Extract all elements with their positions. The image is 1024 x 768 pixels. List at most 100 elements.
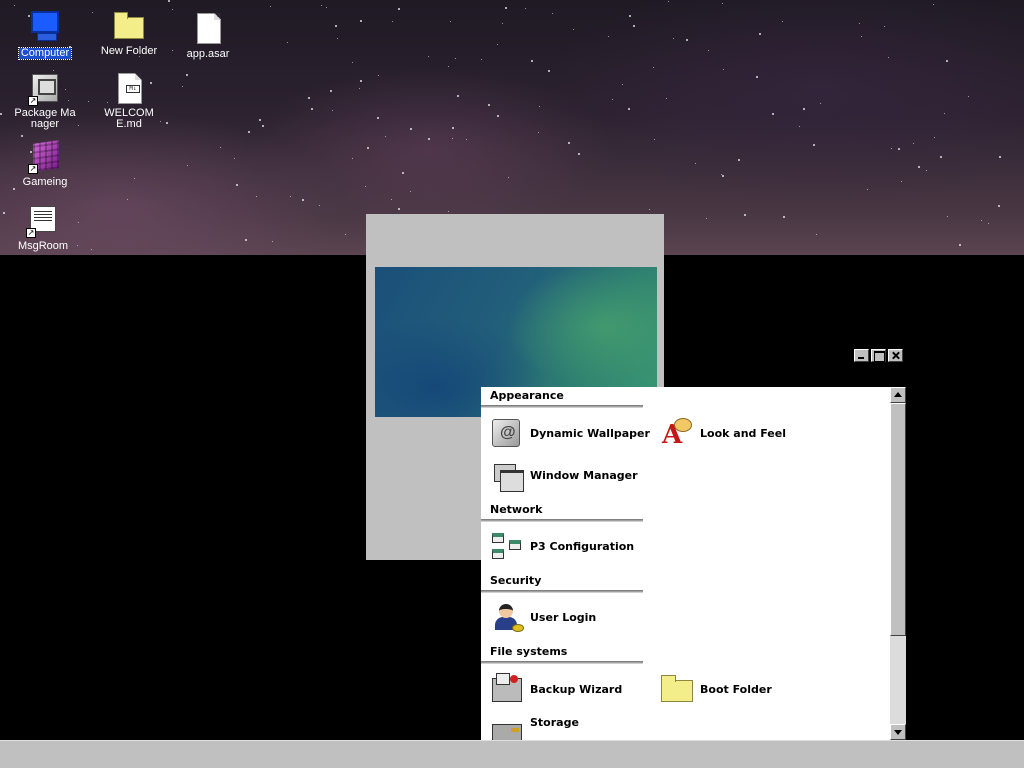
desktop-icon-label: Package Manager — [14, 107, 76, 130]
desktop-icon-app-asar[interactable]: app.asar — [173, 12, 243, 60]
star — [452, 127, 454, 129]
star — [968, 96, 969, 97]
star — [367, 147, 369, 149]
star — [360, 20, 362, 22]
star — [21, 135, 23, 137]
star — [649, 209, 650, 210]
network-config-icon — [490, 529, 524, 563]
star — [392, 21, 393, 22]
desktop-icon-msgroom[interactable]: ↗ MsgRoom — [8, 204, 78, 252]
section-divider — [481, 590, 643, 593]
scroll-up-button[interactable] — [890, 387, 906, 403]
star — [888, 57, 889, 58]
star — [759, 33, 761, 35]
star — [744, 214, 746, 216]
item-storage[interactable]: Storage — [490, 714, 579, 740]
star — [867, 189, 868, 190]
control-panel-content: Appearance Dynamic Wallpaper A Look and … — [481, 387, 890, 740]
star — [612, 99, 613, 100]
star — [782, 21, 783, 22]
star — [385, 136, 386, 137]
desktop-icon-computer[interactable]: Computer — [10, 9, 80, 60]
desktop-icon-label: app.asar — [186, 48, 230, 60]
star — [92, 12, 93, 13]
star — [820, 103, 821, 104]
scrollbar-thumb[interactable] — [890, 403, 906, 636]
star — [455, 58, 456, 59]
star — [629, 15, 631, 17]
item-window-manager[interactable]: Window Manager — [490, 458, 638, 492]
item-boot-folder[interactable]: Boot Folder — [660, 672, 772, 706]
item-user-login[interactable]: User Login — [490, 600, 596, 634]
item-label: Dynamic Wallpaper — [530, 426, 650, 440]
star — [450, 21, 451, 22]
star — [981, 220, 982, 221]
desktop-icon-label: Gameing — [22, 176, 68, 188]
item-look-and-feel[interactable]: A Look and Feel — [660, 416, 786, 450]
item-label: P3 Configuration — [530, 539, 635, 553]
star — [365, 186, 366, 187]
star — [946, 60, 948, 62]
star — [738, 159, 740, 161]
vertical-scrollbar[interactable] — [890, 387, 906, 740]
desktop-icon-new-folder[interactable]: New Folder — [94, 9, 164, 57]
item-dynamic-wallpaper[interactable]: Dynamic Wallpaper — [490, 416, 650, 450]
wallpaper-icon — [490, 416, 524, 450]
window-manager-icon — [490, 458, 524, 492]
star — [653, 67, 654, 68]
star — [378, 75, 379, 76]
star — [220, 147, 221, 148]
maximize-button[interactable] — [871, 349, 886, 362]
star — [783, 216, 785, 218]
desktop-icon-welcome-md[interactable]: M↓ WELCOME.md — [94, 72, 164, 130]
storage-icon — [490, 714, 524, 740]
star — [568, 142, 570, 144]
item-label: User Login — [530, 610, 597, 624]
game-cube-icon: ↗ — [28, 140, 62, 174]
star — [552, 13, 553, 14]
message-room-icon: ↗ — [26, 204, 60, 238]
star — [91, 249, 92, 250]
star — [933, 4, 934, 5]
item-label: Look and Feel — [700, 426, 786, 440]
star — [326, 7, 327, 8]
close-button[interactable] — [888, 349, 903, 362]
star — [270, 6, 271, 7]
star — [168, 0, 170, 2]
star — [686, 39, 688, 41]
star — [578, 153, 580, 155]
section-divider — [481, 519, 643, 522]
desktop-icon-gameing[interactable]: ↗ Gameing — [10, 140, 80, 188]
section-divider — [481, 661, 643, 664]
item-p3-configuration[interactable]: P3 Configuration — [490, 529, 634, 563]
star — [756, 76, 758, 78]
star — [360, 80, 362, 82]
star — [335, 25, 337, 27]
desktop-icon-label: WELCOME.md — [104, 107, 154, 130]
star — [410, 128, 412, 130]
item-backup-wizard[interactable]: Backup Wizard — [490, 672, 622, 706]
star — [723, 69, 724, 70]
item-label: Boot Folder — [700, 682, 772, 696]
star — [531, 60, 533, 62]
control-panel-window: Appearance Dynamic Wallpaper A Look and … — [481, 387, 906, 740]
desktop-icon-label: New Folder — [100, 45, 158, 57]
desktop-icon-package-manager[interactable]: ↗ Package Manager — [10, 72, 80, 130]
star — [803, 108, 805, 110]
star — [359, 88, 360, 89]
user-login-icon — [490, 600, 524, 634]
star — [861, 36, 862, 37]
star — [721, 174, 722, 175]
star — [321, 5, 322, 6]
star — [940, 156, 942, 158]
star — [706, 218, 707, 219]
star — [466, 139, 467, 140]
star — [926, 170, 927, 171]
star — [398, 208, 400, 210]
minimize-button[interactable] — [854, 349, 869, 362]
star — [633, 25, 635, 27]
scroll-down-button[interactable] — [890, 724, 906, 740]
folder-icon — [660, 672, 694, 706]
star — [859, 23, 860, 24]
star — [813, 144, 815, 146]
